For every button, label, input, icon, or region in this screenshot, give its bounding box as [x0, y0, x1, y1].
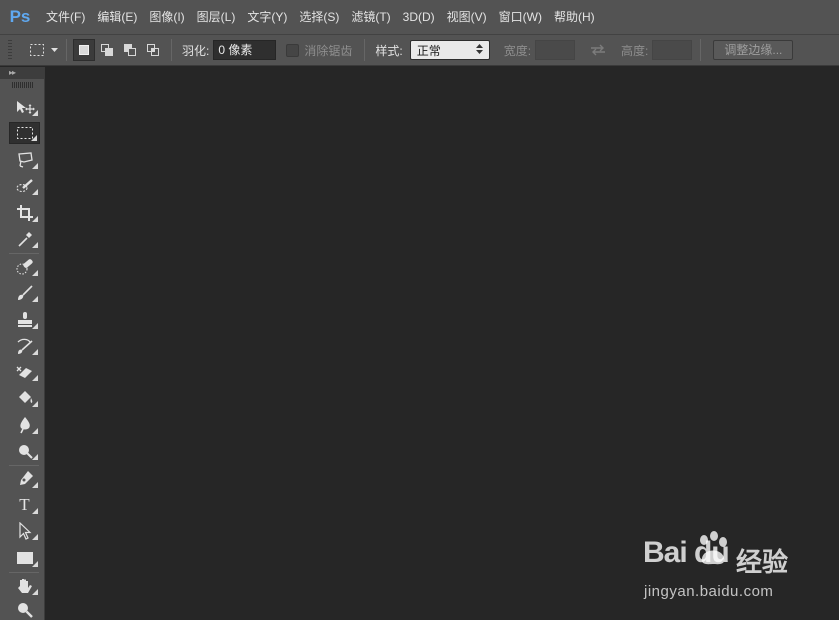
menu-filter[interactable]: 滤镜(T) [345, 0, 396, 34]
subtract-selection-icon [124, 44, 136, 56]
menu-image[interactable]: 图像(I) [143, 0, 190, 34]
paint-bucket-tool[interactable] [9, 387, 40, 409]
divider [171, 39, 172, 61]
brush-tool[interactable] [9, 282, 40, 304]
new-selection-icon [79, 45, 89, 55]
path-selection-tool[interactable] [9, 520, 40, 542]
move-tool[interactable] [9, 96, 40, 118]
tool-group-divider [9, 572, 39, 573]
tools-panel: ▸▸ T [0, 67, 45, 620]
refine-edge-button[interactable]: 调整边缘... [713, 40, 794, 60]
select-arrows-icon [475, 43, 483, 57]
menu-3d[interactable]: 3D(D) [397, 0, 441, 34]
menu-layer[interactable]: 图层(L) [191, 0, 242, 34]
menu-edit[interactable]: 编辑(E) [91, 0, 143, 34]
height-label: 高度: [621, 43, 649, 58]
menu-view[interactable]: 视图(V) [441, 0, 493, 34]
height-input[interactable] [652, 40, 693, 60]
tools-panel-grip[interactable] [12, 82, 34, 88]
paint-bucket-icon [18, 391, 32, 403]
crop-icon [16, 205, 33, 221]
width-input[interactable] [535, 40, 576, 60]
antialias-checkbox[interactable] [286, 43, 300, 57]
rectangle-icon [16, 552, 33, 564]
add-to-selection-button[interactable] [96, 39, 118, 61]
dodge-icon [18, 445, 33, 459]
blur-tool[interactable] [9, 414, 40, 436]
tool-preset-picker[interactable] [26, 39, 60, 61]
menu-type[interactable]: 文字(Y) [241, 0, 293, 34]
zoom-icon [17, 603, 33, 618]
eyedropper-icon [17, 232, 32, 247]
pen-icon [19, 471, 33, 485]
intersect-with-selection-button[interactable] [142, 39, 164, 61]
style-label: 样式: [375, 43, 403, 58]
subtract-from-selection-button[interactable] [119, 39, 141, 61]
brush-icon [17, 285, 33, 300]
zoom-tool[interactable] [9, 599, 40, 620]
quick-selection-tool[interactable] [9, 175, 40, 197]
path-selection-icon [18, 522, 32, 540]
watermark: Bai du 经验 jingyan.baidu.com [640, 528, 835, 608]
divider [364, 39, 366, 61]
type-tool[interactable]: T [9, 494, 40, 516]
options-bar-grip[interactable] [8, 40, 12, 60]
intersect-selection-icon [147, 44, 159, 56]
jingyan-url: jingyan.baidu.com [644, 583, 774, 600]
eyedropper-tool[interactable] [9, 228, 40, 250]
menu-help[interactable]: 帮助(H) [548, 0, 601, 34]
add-selection-icon [101, 44, 113, 56]
paw-icon [700, 531, 727, 565]
style-select[interactable]: 正常 [409, 40, 490, 60]
menu-bar: Ps 文件(F) 编辑(E) 图像(I) 图层(L) 文字(Y) 选择(S) 滤… [0, 0, 839, 34]
crop-tool[interactable] [9, 202, 40, 224]
options-bar: 羽化: 0 像素 消除锯齿 样式: 正常 宽度: 高度: 调整边缘... [0, 34, 839, 66]
marquee-preset-icon [26, 39, 48, 61]
feather-input[interactable]: 0 像素 [213, 40, 277, 60]
hand-tool[interactable] [9, 575, 40, 597]
photoshop-logo: Ps [9, 7, 31, 26]
tool-group-divider [9, 465, 39, 466]
type-icon: T [19, 495, 30, 514]
new-selection-button[interactable] [73, 39, 95, 61]
history-brush-icon [17, 338, 33, 354]
swap-width-height-icon[interactable] [587, 39, 609, 61]
spot-healing-brush-tool[interactable] [9, 256, 40, 278]
menu-file[interactable]: 文件(F) [40, 0, 91, 34]
style-select-value: 正常 [416, 43, 441, 58]
menu-window[interactable]: 窗口(W) [493, 0, 548, 34]
rectangular-marquee-tool[interactable] [9, 122, 40, 144]
divider [700, 39, 702, 61]
tool-group-divider [9, 253, 39, 254]
pen-tool[interactable] [9, 468, 40, 490]
menu-select[interactable]: 选择(S) [293, 0, 345, 34]
dodge-tool[interactable] [9, 440, 40, 462]
feather-label: 羽化: [182, 43, 210, 58]
tools-panel-collapse[interactable]: ▸▸ [0, 67, 44, 79]
antialias-label: 消除锯齿 [304, 43, 353, 58]
stamp-icon [17, 312, 32, 327]
rectangle-tool[interactable] [9, 547, 40, 569]
history-brush-tool[interactable] [9, 335, 40, 357]
lasso-tool[interactable] [9, 149, 40, 171]
divider [66, 39, 67, 61]
jingyan-title: 经验 [736, 547, 789, 577]
blur-icon [19, 417, 30, 434]
eraser-tool[interactable] [9, 361, 40, 383]
clone-stamp-tool[interactable] [9, 309, 40, 331]
width-label: 宽度: [503, 43, 532, 58]
chevron-down-icon [48, 39, 60, 61]
